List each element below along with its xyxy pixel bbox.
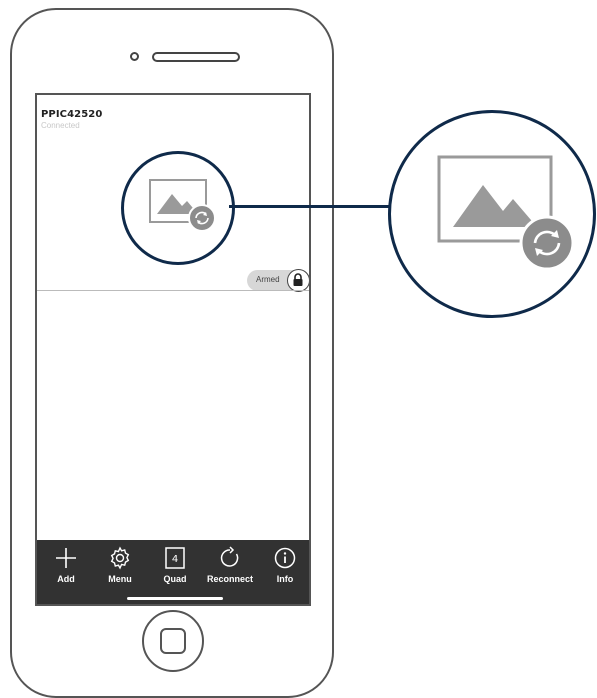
- reconnect-button[interactable]: Reconnect: [200, 546, 260, 596]
- image-refresh-icon[interactable]: [124, 154, 232, 262]
- reconnect-label: Reconnect: [206, 574, 253, 584]
- device-status: Connected: [41, 121, 80, 130]
- zoomed-snapshot-callout: [388, 110, 596, 318]
- front-camera: [130, 52, 139, 61]
- device-name: PPIC42520: [41, 109, 103, 120]
- home-indicator: [127, 597, 223, 600]
- earpiece-speaker: [152, 52, 240, 62]
- app-screen: PPIC42520 Connected Armed Add Menu 4 Qua…: [35, 93, 311, 606]
- callout-connector: [229, 205, 389, 208]
- image-refresh-icon-large: [437, 155, 575, 271]
- armed-label: Armed: [256, 275, 280, 284]
- menu-button[interactable]: Menu: [92, 546, 148, 596]
- reconnect-icon: [220, 546, 239, 567]
- lock-button[interactable]: [287, 269, 309, 292]
- add-label: Add: [57, 574, 75, 584]
- menu-label: Menu: [108, 574, 132, 584]
- info-icon: [274, 547, 296, 569]
- info-button[interactable]: Info: [257, 546, 309, 596]
- plus-icon: [56, 548, 76, 568]
- bottom-toolbar: Add Menu 4 Quad Reconnect Info: [37, 540, 309, 604]
- quad-button[interactable]: 4 Quad: [147, 546, 203, 596]
- quad-view-icon: 4: [165, 547, 185, 569]
- home-button[interactable]: [142, 610, 204, 672]
- quad-icon-text: 4: [172, 554, 178, 565]
- lock-icon: [293, 273, 303, 286]
- feed-divider: [37, 290, 309, 291]
- info-label: Info: [276, 574, 294, 584]
- snapshot-highlight: [121, 151, 235, 265]
- armed-toggle[interactable]: Armed: [247, 269, 309, 292]
- home-square-icon: [160, 628, 186, 654]
- add-button[interactable]: Add: [38, 546, 94, 596]
- quad-label: Quad: [163, 574, 187, 584]
- gear-icon: [110, 546, 130, 570]
